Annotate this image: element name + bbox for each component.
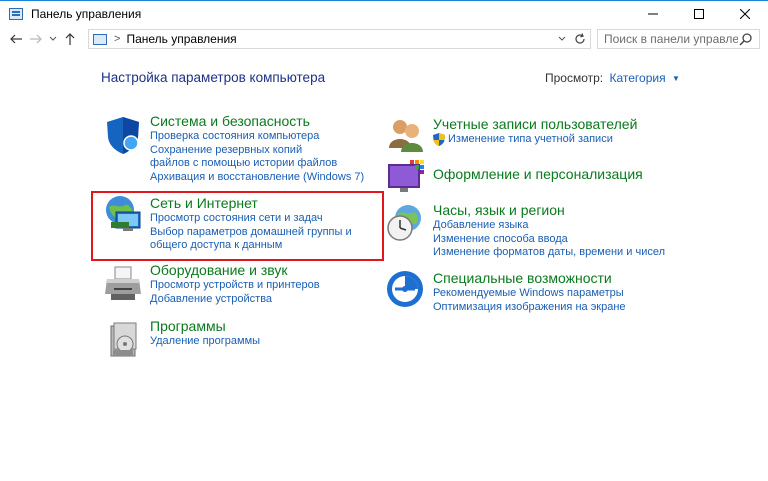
category-title[interactable]: Оформление и персонализация — [433, 166, 643, 183]
view-by: Просмотр: Категория ▼ — [545, 71, 680, 85]
category-title[interactable]: Оборудование и звук — [150, 262, 320, 279]
search-icon — [739, 33, 752, 46]
category-link[interactable]: Добавление устройства — [150, 293, 320, 307]
breadcrumb-separator: > — [114, 33, 121, 45]
window-title: Панель управления — [31, 6, 142, 21]
maximize-button[interactable] — [676, 1, 722, 27]
category-programs: Программы Удаление программы — [110, 318, 260, 357]
recent-locations-button[interactable] — [46, 29, 60, 49]
accessibility-icon — [387, 271, 423, 307]
arrow-up-icon — [65, 33, 75, 45]
search-input[interactable] — [598, 30, 738, 48]
arrow-right-icon — [30, 34, 42, 44]
breadcrumb-item[interactable]: Панель управления — [126, 32, 236, 46]
maximize-icon — [694, 9, 704, 19]
category-title[interactable]: Программы — [150, 318, 260, 335]
category-link[interactable]: Проверка состояния компьютера — [150, 130, 364, 144]
navigation-bar: > Панель управления — [0, 27, 768, 51]
address-bar[interactable]: > Панель управления — [88, 29, 591, 49]
view-by-dropdown[interactable]: Категория — [609, 71, 665, 85]
shield-icon — [107, 117, 139, 154]
category-system-security: Система и безопасность Проверка состояни… — [107, 113, 364, 185]
chevron-down-icon — [558, 36, 566, 41]
window-controls — [630, 1, 768, 27]
category-link[interactable]: Удаление программы — [150, 335, 260, 349]
control-panel-location-icon — [93, 33, 107, 45]
page-title: Настройка параметров компьютера — [101, 70, 326, 85]
category-title[interactable]: Часы, язык и регион — [433, 202, 665, 219]
minimize-button[interactable] — [630, 1, 676, 27]
chevron-down-icon[interactable]: ▼ — [672, 74, 680, 83]
refresh-button[interactable] — [572, 30, 588, 48]
view-by-label: Просмотр: — [545, 71, 604, 85]
category-link[interactable]: Сохранение резервных копий файлов с помо… — [150, 144, 340, 171]
category-link[interactable]: Изменение способа ввода — [433, 233, 665, 247]
users-icon — [389, 120, 423, 152]
clock-globe-icon — [387, 205, 421, 241]
forward-button[interactable] — [26, 29, 46, 49]
category-hardware-sound: Оборудование и звук Просмотр устройств и… — [105, 262, 320, 307]
category-title[interactable]: Учетные записи пользователей — [433, 116, 637, 133]
category-title[interactable]: Система и безопасность — [150, 113, 364, 130]
address-dropdown-button[interactable] — [554, 30, 570, 48]
control-panel-icon — [9, 7, 23, 20]
category-link[interactable]: Рекомендуемые Windows параметры — [433, 287, 626, 301]
category-link-label[interactable]: Изменение типа учетной записи — [448, 133, 613, 147]
close-icon — [740, 9, 750, 19]
refresh-icon — [575, 33, 585, 44]
category-link[interactable]: Оптимизация изображения на экране — [433, 301, 626, 315]
back-button[interactable] — [6, 29, 26, 49]
category-title[interactable]: Специальные возможности — [433, 270, 626, 287]
search-box[interactable] — [597, 29, 760, 49]
printer-icon — [105, 266, 141, 300]
category-clock-language-region: Часы, язык и регион Добавление языка Изм… — [387, 202, 665, 260]
programs-icon — [110, 322, 137, 357]
personalization-icon — [388, 160, 424, 192]
category-link[interactable]: Архивация и восстановление (Windows 7) — [150, 171, 364, 185]
arrow-left-icon — [10, 34, 22, 44]
category-link[interactable]: Просмотр устройств и принтеров — [150, 279, 320, 293]
minimize-icon — [648, 13, 658, 15]
category-ease-of-access: Специальные возможности Рекомендуемые Wi… — [387, 270, 626, 315]
category-link[interactable]: Изменение форматов даты, времени и чисел — [433, 246, 665, 260]
title-bar: Панель управления — [0, 0, 768, 26]
category-appearance-personalization: Оформление и персонализация — [388, 160, 643, 192]
up-button[interactable] — [60, 29, 80, 49]
chevron-down-icon — [49, 36, 57, 41]
category-user-accounts: Учетные записи пользователей Изменение т… — [389, 116, 637, 152]
close-button[interactable] — [722, 1, 768, 27]
category-link[interactable]: Добавление языка — [433, 219, 665, 233]
highlight-frame — [91, 191, 384, 261]
uac-shield-icon — [433, 133, 445, 147]
category-link[interactable]: Изменение типа учетной записи — [433, 133, 637, 147]
